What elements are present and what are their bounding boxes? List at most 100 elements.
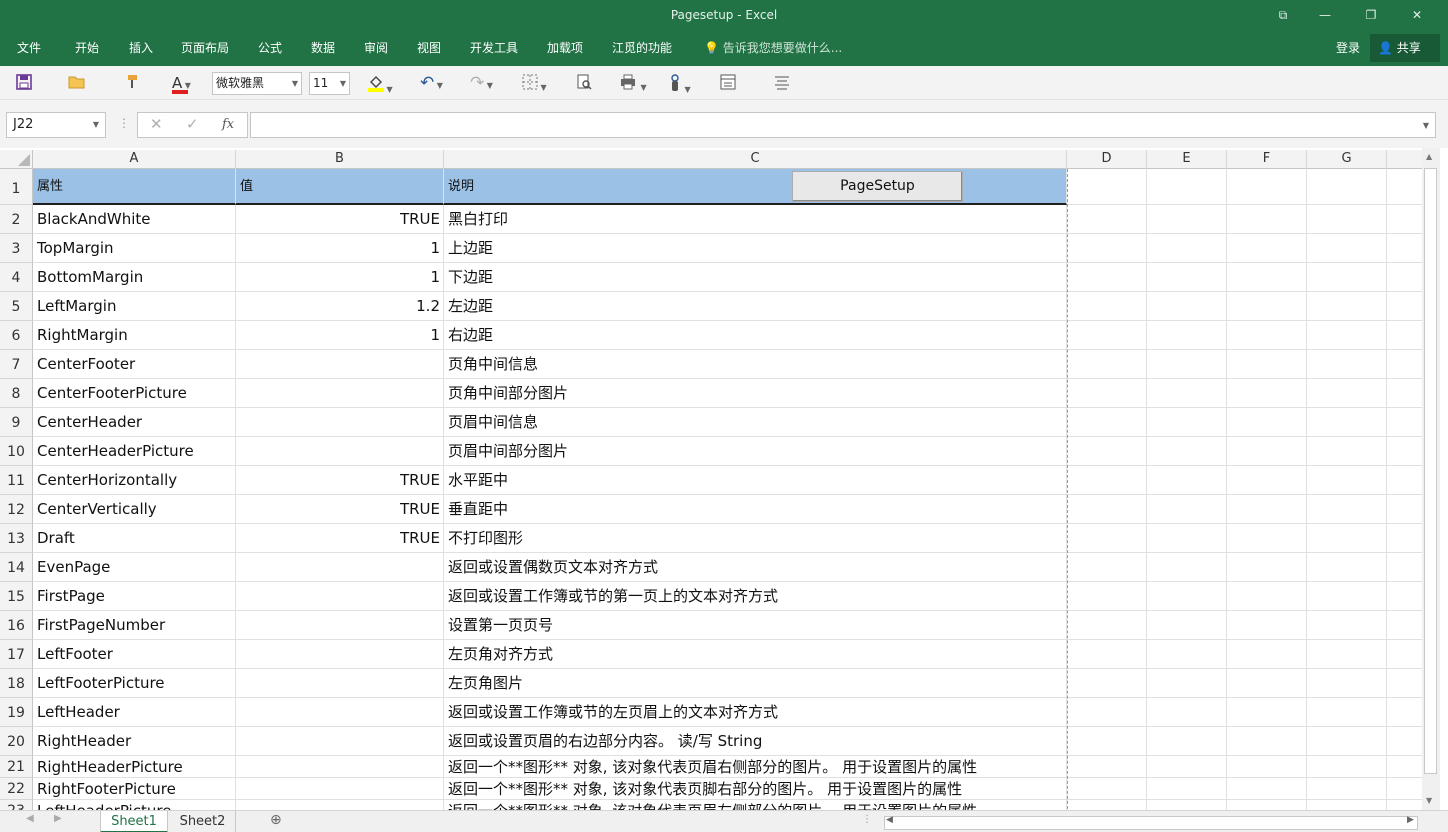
header-cell-b[interactable]: 值 (236, 169, 444, 205)
empty-cell[interactable] (1067, 263, 1147, 292)
insert-function-icon[interactable]: fx (222, 117, 234, 132)
cell-b[interactable] (236, 350, 444, 379)
empty-cell[interactable] (1067, 495, 1147, 524)
empty-cell[interactable] (1307, 553, 1387, 582)
cancel-icon[interactable]: ✕ (150, 115, 163, 133)
row-header[interactable]: 7 (0, 350, 33, 379)
cell-a[interactable]: FirstPage (33, 582, 236, 611)
empty-cell[interactable] (1067, 756, 1147, 778)
empty-cell[interactable] (1227, 234, 1307, 263)
close-icon[interactable]: ✕ (1404, 4, 1430, 26)
empty-cell[interactable] (1307, 524, 1387, 553)
empty-cell[interactable] (1147, 756, 1227, 778)
row-header[interactable]: 21 (0, 756, 33, 778)
cell-b[interactable] (236, 582, 444, 611)
tab-home[interactable]: 开始 (75, 38, 99, 58)
cell-b[interactable]: 1 (236, 263, 444, 292)
tab-insert[interactable]: 插入 (129, 38, 153, 58)
cell-c[interactable]: 返回或设置偶数页文本对齐方式 (444, 553, 1067, 582)
row-header[interactable]: 5 (0, 292, 33, 321)
font-name-select[interactable]: 微软雅黑 ▼ (212, 72, 302, 95)
empty-cell[interactable] (1067, 698, 1147, 727)
cell-a[interactable]: RightHeaderPicture (33, 756, 236, 778)
ribbon-display-options-icon[interactable]: ⧉ (1270, 4, 1296, 26)
empty-cell[interactable] (1307, 379, 1387, 408)
cell-a[interactable]: CenterFooter (33, 350, 236, 379)
share-button[interactable]: 👤 共享 (1370, 34, 1440, 62)
row-header[interactable]: 8 (0, 379, 33, 408)
format-painter-icon[interactable] (122, 74, 140, 92)
cell-b[interactable]: 1.2 (236, 292, 444, 321)
cell-a[interactable]: TopMargin (33, 234, 236, 263)
empty-cell[interactable] (1067, 292, 1147, 321)
cell-b[interactable] (236, 408, 444, 437)
column-header-h[interactable] (1387, 150, 1422, 169)
cell-c[interactable]: 页眉中间部分图片 (444, 437, 1067, 466)
empty-cell[interactable] (1387, 466, 1422, 495)
cell-b[interactable]: TRUE (236, 466, 444, 495)
row-header[interactable]: 6 (0, 321, 33, 350)
row-header[interactable]: 15 (0, 582, 33, 611)
cell-a[interactable]: CenterFooterPicture (33, 379, 236, 408)
header-cell-c[interactable]: 说明 (444, 169, 1067, 205)
empty-cell[interactable] (1067, 611, 1147, 640)
cell-b[interactable] (236, 437, 444, 466)
empty-cell[interactable] (1387, 379, 1422, 408)
tab-developer[interactable]: 开发工具 (470, 38, 518, 58)
empty-cell[interactable] (1227, 379, 1307, 408)
tab-addins[interactable]: 加载项 (547, 38, 583, 58)
empty-cell[interactable] (1067, 669, 1147, 698)
cell-a[interactable]: CenterVertically (33, 495, 236, 524)
empty-cell[interactable] (1307, 350, 1387, 379)
empty-cell[interactable] (1147, 582, 1227, 611)
row-header[interactable]: 12 (0, 495, 33, 524)
empty-cell[interactable] (1307, 698, 1387, 727)
cell-b[interactable] (236, 727, 444, 756)
empty-cell[interactable] (1067, 321, 1147, 350)
row-header[interactable]: 4 (0, 263, 33, 292)
cell-a[interactable]: Draft (33, 524, 236, 553)
empty-cell[interactable] (1147, 800, 1227, 810)
row-header[interactable]: 20 (0, 727, 33, 756)
cell-c[interactable]: 返回或设置工作簿或节的左页眉上的文本对齐方式 (444, 698, 1067, 727)
header-cell-a[interactable]: 属性 (33, 169, 236, 205)
cell-c[interactable]: 左边距 (444, 292, 1067, 321)
empty-cell[interactable] (1067, 800, 1147, 810)
empty-cell[interactable] (1147, 669, 1227, 698)
redo-icon[interactable]: ↷ ▼ (470, 74, 493, 92)
empty-cell[interactable] (1147, 408, 1227, 437)
print-icon[interactable]: ▼ (620, 74, 647, 92)
cell-c[interactable]: 设置第一页页号 (444, 611, 1067, 640)
cell-b[interactable] (236, 611, 444, 640)
empty-cell[interactable] (1307, 263, 1387, 292)
cell-a[interactable]: CenterHorizontally (33, 466, 236, 495)
cell-a[interactable]: RightMargin (33, 321, 236, 350)
empty-cell[interactable] (1067, 379, 1147, 408)
save-icon[interactable] (16, 74, 32, 92)
empty-cell[interactable] (1227, 321, 1307, 350)
tab-split-handle-icon[interactable]: ⋮ (862, 814, 872, 825)
cell-b[interactable] (236, 669, 444, 698)
open-folder-icon[interactable] (68, 74, 86, 92)
tab-view[interactable]: 视图 (417, 38, 441, 58)
empty-cell[interactable] (1387, 292, 1422, 321)
empty-cell[interactable] (1067, 524, 1147, 553)
cell-a[interactable]: EvenPage (33, 553, 236, 582)
cell-a[interactable]: LeftMargin (33, 292, 236, 321)
empty-cell[interactable] (1147, 205, 1227, 234)
empty-cell[interactable] (1067, 582, 1147, 611)
column-header-d[interactable]: D (1067, 150, 1147, 169)
enter-icon[interactable]: ✓ (186, 115, 199, 133)
formula-bar-splitter-icon[interactable]: ⋮ (118, 116, 130, 130)
empty-cell[interactable] (1227, 524, 1307, 553)
empty-cell[interactable] (1227, 437, 1307, 466)
empty-cell[interactable] (1227, 778, 1307, 800)
cell-b[interactable] (236, 379, 444, 408)
cell-b[interactable] (236, 553, 444, 582)
empty-cell[interactable] (1387, 800, 1422, 810)
empty-cell[interactable] (1147, 778, 1227, 800)
empty-cell[interactable] (1307, 292, 1387, 321)
empty-cell[interactable] (1067, 234, 1147, 263)
horizontal-scroll-thumb[interactable] (884, 816, 1418, 830)
worksheet-grid[interactable]: A B C D E F G 1 属性值说明 2 BlackAndWhite TRUE 黑白… (0, 148, 1422, 810)
